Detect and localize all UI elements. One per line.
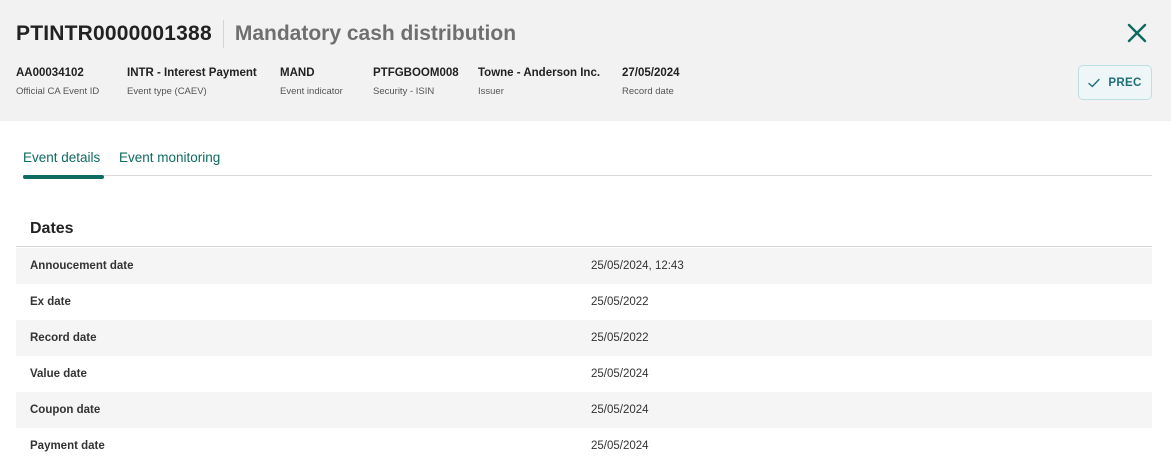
status-prec-label: PREC — [1108, 76, 1142, 89]
check-icon — [1088, 78, 1101, 87]
table-row: Record date 25/05/2022 — [16, 320, 1152, 356]
close-button[interactable] — [1124, 20, 1150, 46]
title-row: PTINTR0000001388 Mandatory cash distribu… — [16, 20, 516, 48]
meta-label: Official CA Event ID — [16, 86, 100, 97]
meta-label: Event type (CAEV) — [127, 86, 207, 97]
row-value: 25/05/2022 — [591, 332, 649, 344]
meta-event-type: INTR - Interest Payment Event type (CAEV… — [127, 66, 280, 97]
table-row: Ex date 25/05/2022 — [16, 284, 1152, 320]
title-divider — [222, 20, 224, 48]
status-prec-button[interactable]: PREC — [1078, 65, 1152, 100]
row-label: Annoucement date — [30, 260, 134, 272]
tab-bar: Event details Event monitoring — [23, 150, 1152, 179]
table-row: Payment date 25/05/2024 — [16, 428, 1152, 464]
dates-table: Annoucement date 25/05/2024, 12:43 Ex da… — [16, 248, 1152, 464]
row-label: Value date — [30, 368, 87, 380]
meta-issuer: Towne - Anderson Inc. Issuer — [478, 66, 622, 97]
meta-security-isin: PTFGBOOM008 Security - ISIN — [373, 66, 478, 97]
meta-value: Towne - Anderson Inc. — [478, 67, 601, 79]
meta-record-date: 27/05/2024 Record date — [622, 66, 712, 97]
dates-section-title: Dates — [30, 220, 74, 237]
event-meta-row: AA00034102 Official CA Event ID INTR - I… — [16, 66, 712, 97]
row-value: 25/05/2024 — [591, 404, 649, 416]
row-value: 25/05/2022 — [591, 296, 649, 308]
table-row: Coupon date 25/05/2024 — [16, 392, 1152, 428]
tab-event-details[interactable]: Event details — [23, 150, 100, 165]
event-id: PTINTR0000001388 — [16, 22, 212, 45]
event-title: Mandatory cash distribution — [234, 22, 517, 45]
meta-value: INTR - Interest Payment — [127, 67, 257, 79]
meta-value: 27/05/2024 — [622, 67, 680, 79]
meta-label: Event indicator — [280, 86, 343, 97]
row-label: Ex date — [30, 296, 71, 308]
section-divider — [16, 246, 1152, 247]
table-row: Value date 25/05/2024 — [16, 356, 1152, 392]
active-tab-indicator — [23, 175, 104, 179]
meta-value: PTFGBOOM008 — [373, 67, 459, 79]
meta-label: Record date — [622, 86, 674, 97]
meta-value: AA00034102 — [16, 67, 84, 79]
event-header: PTINTR0000001388 Mandatory cash distribu… — [0, 0, 1171, 121]
meta-official-ca-event-id: AA00034102 Official CA Event ID — [16, 66, 127, 97]
row-label: Payment date — [30, 440, 105, 452]
meta-event-indicator: MAND Event indicator — [280, 66, 373, 97]
row-value: 25/05/2024 — [591, 368, 649, 380]
row-value: 25/05/2024, 12:43 — [591, 260, 684, 272]
row-label: Coupon date — [30, 404, 101, 416]
close-icon — [1127, 23, 1147, 43]
meta-value: MAND — [280, 67, 315, 79]
tab-event-monitoring[interactable]: Event monitoring — [119, 150, 220, 165]
row-label: Record date — [30, 332, 97, 344]
meta-label: Issuer — [478, 86, 504, 97]
meta-label: Security - ISIN — [373, 86, 435, 97]
table-row: Annoucement date 25/05/2024, 12:43 — [16, 248, 1152, 284]
row-value: 25/05/2024 — [591, 440, 649, 452]
